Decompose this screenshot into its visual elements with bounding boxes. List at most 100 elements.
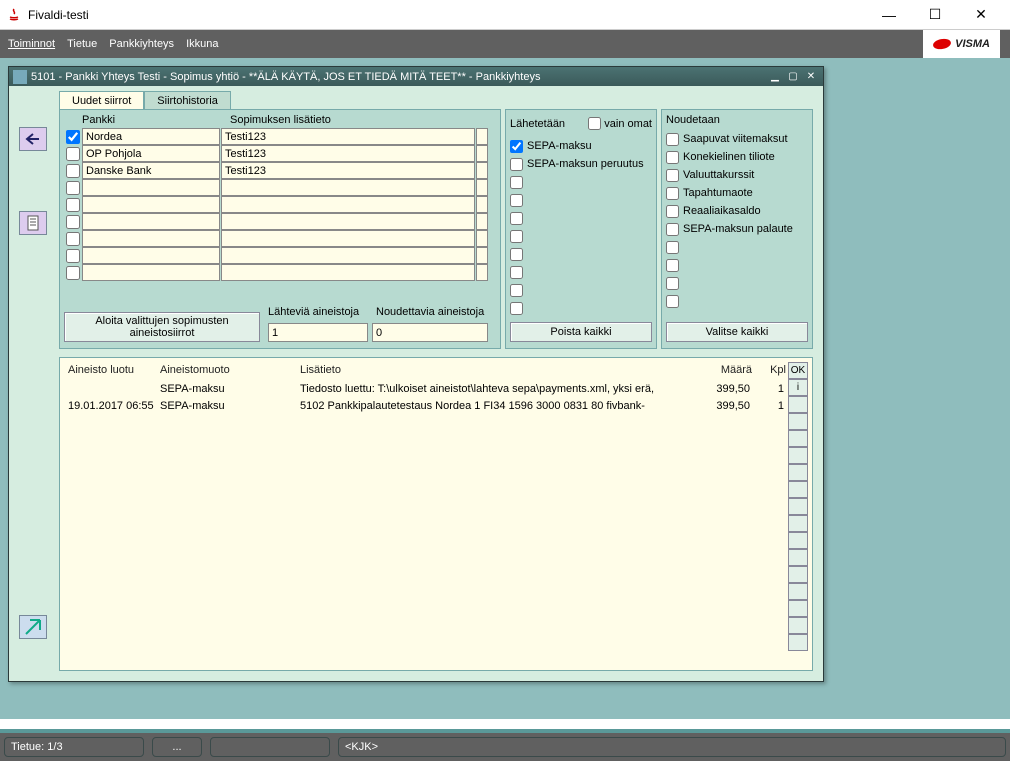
send-checkbox[interactable]: [510, 284, 523, 297]
child-min-icon[interactable]: ▁: [767, 70, 783, 84]
fetch-checkbox[interactable]: [666, 133, 679, 146]
close-button[interactable]: ✕: [958, 0, 1004, 30]
bank-extra-field[interactable]: [476, 264, 488, 281]
send-checkbox[interactable]: [510, 212, 523, 225]
tab-siirtohistoria[interactable]: Siirtohistoria: [144, 91, 231, 110]
menu-pankkiyhteys[interactable]: Pankkiyhteys: [109, 38, 174, 50]
bank-name-field[interactable]: [82, 196, 220, 213]
menu-ikkuna[interactable]: Ikkuna: [186, 38, 218, 50]
bank-checkbox[interactable]: [66, 198, 80, 212]
ok-cell[interactable]: [788, 413, 808, 430]
ok-cell[interactable]: [788, 430, 808, 447]
bank-name-field[interactable]: [82, 179, 220, 196]
bank-checkbox[interactable]: [66, 232, 80, 246]
ok-cell[interactable]: [788, 498, 808, 515]
select-all-button[interactable]: Valitse kaikki: [666, 322, 808, 342]
send-checkbox[interactable]: [510, 158, 523, 171]
fetch-checkbox[interactable]: [666, 241, 679, 254]
send-checkbox[interactable]: [510, 266, 523, 279]
bank-extra-field[interactable]: [476, 128, 488, 145]
result-row[interactable]: 19.01.2017 06:55SEPA-maksu5102 Pankkipal…: [64, 397, 788, 414]
menu-tietue[interactable]: Tietue: [67, 38, 97, 50]
bank-name-field[interactable]: [82, 145, 220, 162]
fetch-checkbox[interactable]: [666, 187, 679, 200]
bank-info-field[interactable]: [221, 162, 475, 179]
bank-extra-field[interactable]: [476, 247, 488, 264]
ok-cell[interactable]: [788, 481, 808, 498]
fetch-checkbox[interactable]: [666, 169, 679, 182]
ok-cell[interactable]: [788, 583, 808, 600]
child-max-icon[interactable]: ▢: [785, 70, 801, 84]
send-checkbox[interactable]: [510, 248, 523, 261]
outgoing-count[interactable]: [268, 323, 368, 342]
status-record: Tietue: 1/3: [4, 737, 144, 757]
bank-checkbox[interactable]: [66, 266, 80, 280]
side-back-button[interactable]: [19, 127, 47, 151]
fetch-checkbox[interactable]: [666, 277, 679, 290]
bank-extra-field[interactable]: [476, 145, 488, 162]
start-transfers-button[interactable]: Aloita valittujen sopimusten aineistosii…: [64, 312, 260, 342]
send-checkbox[interactable]: [510, 302, 523, 315]
fetch-checkbox[interactable]: [666, 223, 679, 236]
fetch-checkbox[interactable]: [666, 205, 679, 218]
bank-name-field[interactable]: [82, 162, 220, 179]
bank-extra-field[interactable]: [476, 213, 488, 230]
bank-info-field[interactable]: [221, 179, 475, 196]
bank-info-field[interactable]: [221, 213, 475, 230]
maximize-button[interactable]: ☐: [912, 0, 958, 30]
ok-cell[interactable]: [788, 617, 808, 634]
send-checkbox[interactable]: [510, 194, 523, 207]
bank-name-field[interactable]: [82, 213, 220, 230]
bank-checkbox[interactable]: [66, 130, 80, 144]
side-doc-button[interactable]: [19, 211, 47, 235]
bank-name-field[interactable]: [82, 230, 220, 247]
fetch-checkbox[interactable]: [666, 295, 679, 308]
fetch-item: [666, 256, 808, 274]
bank-info-field[interactable]: [221, 128, 475, 145]
incoming-count[interactable]: [372, 323, 488, 342]
send-checkbox[interactable]: [510, 230, 523, 243]
bank-checkbox[interactable]: [66, 215, 80, 229]
bank-checkbox[interactable]: [66, 249, 80, 263]
ok-cell[interactable]: [788, 600, 808, 617]
ok-cell[interactable]: i: [788, 379, 808, 396]
ok-cell[interactable]: [788, 532, 808, 549]
ok-cell[interactable]: [788, 515, 808, 532]
side-arrow-button[interactable]: [19, 615, 47, 639]
bank-name-field[interactable]: [82, 247, 220, 264]
remove-all-button[interactable]: Poista kaikki: [510, 322, 652, 342]
bank-checkbox[interactable]: [66, 181, 80, 195]
bank-info-field[interactable]: [221, 264, 475, 281]
fetch-checkbox[interactable]: [666, 151, 679, 164]
bank-info-field[interactable]: [221, 145, 475, 162]
tab-uudet-siirrot[interactable]: Uudet siirrot: [59, 91, 144, 110]
bank-checkbox[interactable]: [66, 147, 80, 161]
ok-cell[interactable]: OK: [788, 362, 808, 379]
result-row[interactable]: SEPA-maksuTiedosto luettu: T:\ulkoiset a…: [64, 380, 788, 397]
send-checkbox[interactable]: [510, 176, 523, 189]
bank-extra-field[interactable]: [476, 162, 488, 179]
ok-cell[interactable]: [788, 464, 808, 481]
send-checkbox[interactable]: [510, 140, 523, 153]
fetch-label: SEPA-maksun palaute: [683, 223, 793, 235]
bank-extra-field[interactable]: [476, 196, 488, 213]
menu-toiminnot[interactable]: Toiminnot: [8, 38, 55, 50]
ok-cell[interactable]: [788, 549, 808, 566]
bank-name-field[interactable]: [82, 128, 220, 145]
bank-checkbox[interactable]: [66, 164, 80, 178]
bank-extra-field[interactable]: [476, 179, 488, 196]
own-only-checkbox[interactable]: [588, 117, 601, 130]
bank-name-field[interactable]: [82, 264, 220, 281]
ok-cell[interactable]: [788, 447, 808, 464]
ok-cell[interactable]: [788, 566, 808, 583]
child-close-icon[interactable]: ✕: [803, 70, 819, 84]
ok-cell[interactable]: [788, 396, 808, 413]
bank-info-field[interactable]: [221, 230, 475, 247]
bank-extra-field[interactable]: [476, 230, 488, 247]
bank-info-field[interactable]: [221, 196, 475, 213]
panel-fetch: Noudetaan Saapuvat viitemaksutKonekielin…: [661, 109, 813, 349]
minimize-button[interactable]: —: [866, 0, 912, 30]
ok-cell[interactable]: [788, 634, 808, 651]
fetch-checkbox[interactable]: [666, 259, 679, 272]
bank-info-field[interactable]: [221, 247, 475, 264]
